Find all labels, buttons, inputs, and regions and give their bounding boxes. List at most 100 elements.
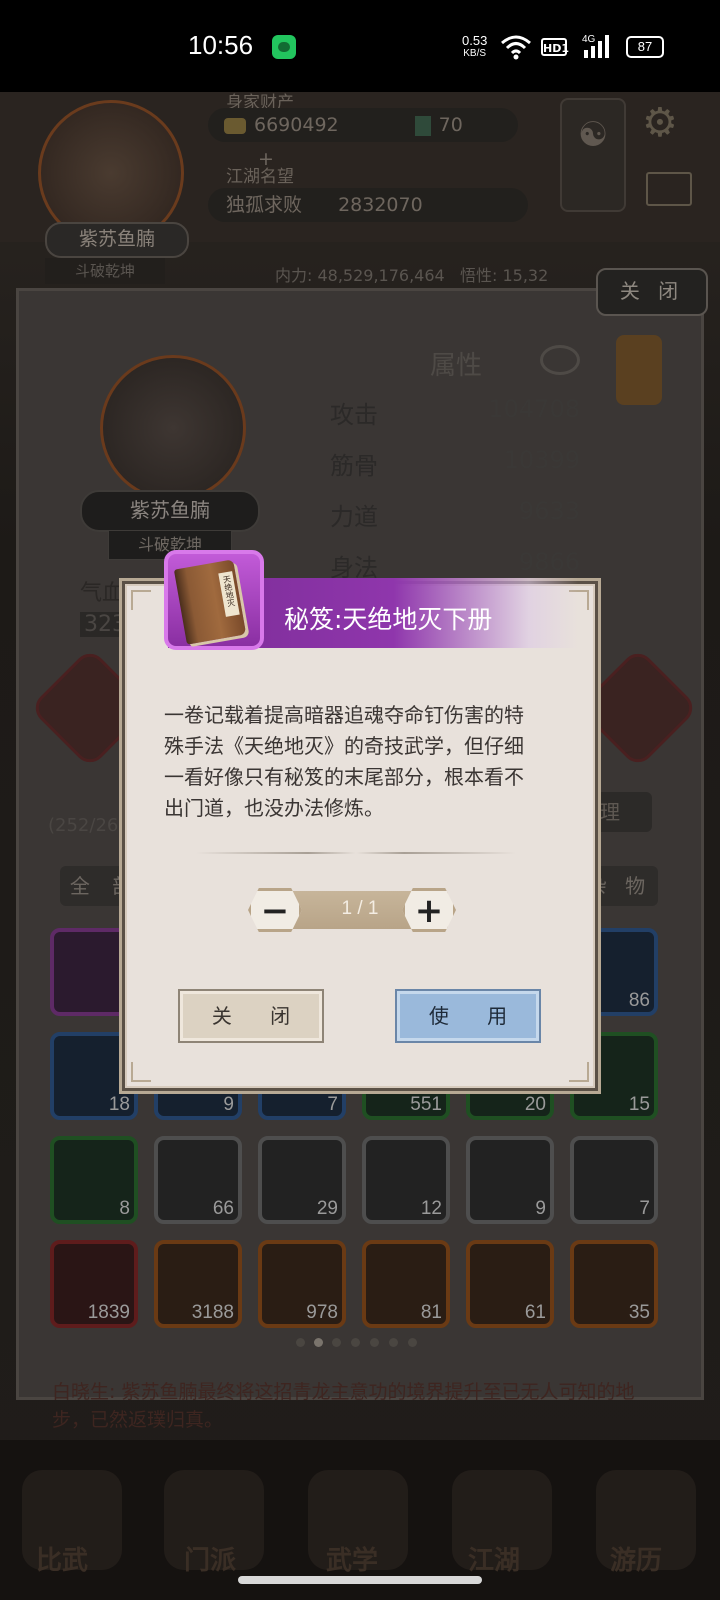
- increase-quantity-button[interactable]: +: [402, 888, 456, 932]
- item-count: 9: [535, 1198, 546, 1219]
- ornamental-divider: [196, 852, 516, 854]
- decrease-quantity-button[interactable]: −: [248, 888, 302, 932]
- character-portrait: [100, 355, 246, 501]
- bag-capacity: (252/264: [48, 815, 130, 836]
- jade-amount: 70: [438, 114, 463, 136]
- home-indicator[interactable]: [238, 1576, 482, 1584]
- item-count: 35: [628, 1302, 650, 1323]
- gear-icon[interactable]: ⚙: [642, 100, 678, 146]
- page-dot[interactable]: [389, 1338, 398, 1347]
- nav-label: 武学: [326, 1546, 379, 1576]
- attr-label: 筋骨: [330, 452, 378, 480]
- use-item-button[interactable]: 使 用: [395, 989, 541, 1043]
- inventory-slot[interactable]: 9: [466, 1136, 554, 1224]
- inventory-slot[interactable]: 8: [50, 1136, 138, 1224]
- item-count: 7: [327, 1094, 338, 1115]
- attr-value: 9633: [518, 497, 580, 525]
- attr-value: 10399: [503, 446, 580, 474]
- item-count: 29: [316, 1198, 338, 1219]
- story-log: 白晓生: 紫苏鱼腩最终将这招青龙主意功的境界提升至已无人可知的地步，已然返璞归真…: [52, 1381, 635, 1431]
- chat-notification-icon: [272, 35, 296, 59]
- corner-ornament: [131, 1062, 151, 1082]
- power-stats: 内力: 48,529,176,464 悟性: 15,32: [275, 262, 548, 286]
- character-name: 紫苏鱼腩: [80, 490, 260, 532]
- corner-ornament: [569, 1062, 589, 1082]
- network-speed: 0.53 KB/S: [462, 34, 487, 60]
- power-stat: 内力: 48,529,176,464: [275, 266, 445, 285]
- lantern-icon[interactable]: [616, 335, 662, 405]
- fame-bar: 独孤求败 2832070: [208, 188, 528, 222]
- attr-value: 104708: [488, 395, 580, 423]
- attr-row: 力道 9633: [330, 497, 580, 537]
- inventory-slot[interactable]: 66: [154, 1136, 242, 1224]
- nav-label: 门派: [184, 1546, 237, 1576]
- attr-value: 9866: [518, 548, 580, 576]
- page-dot[interactable]: [370, 1338, 379, 1347]
- panel-close-button[interactable]: 关 闭: [596, 268, 708, 316]
- inventory-slot[interactable]: 61: [466, 1240, 554, 1328]
- page-dot[interactable]: [296, 1338, 305, 1347]
- page-dot[interactable]: [408, 1338, 417, 1347]
- item-count: 61: [524, 1302, 546, 1323]
- dialog-close-button[interactable]: 关 闭: [178, 989, 324, 1043]
- item-count: 3188: [191, 1302, 234, 1323]
- item-description: 一卷记载着提高暗器追魂夺命钉伤害的特殊手法《天绝地灭》的奇技武学，但仔细一看好像…: [164, 703, 524, 820]
- inventory-slot[interactable]: 29: [258, 1136, 346, 1224]
- nav-label: 游历: [610, 1546, 663, 1576]
- inventory-slot[interactable]: 81: [362, 1240, 450, 1328]
- inventory-slot[interactable]: 35: [570, 1240, 658, 1328]
- page-dot-active[interactable]: [314, 1338, 323, 1347]
- attributes-title: 属性: [430, 351, 483, 381]
- hp-label: 气血: [80, 581, 125, 606]
- inventory-slot[interactable]: 978: [258, 1240, 346, 1328]
- attr-label: 攻击: [330, 401, 378, 429]
- item-count: 1839: [87, 1302, 130, 1323]
- page-dot[interactable]: [351, 1338, 360, 1347]
- minus-icon: −: [260, 891, 290, 931]
- plus-icon: +: [414, 891, 444, 931]
- eye-icon[interactable]: [540, 345, 580, 375]
- page-dot[interactable]: [332, 1338, 341, 1347]
- inventory-slot[interactable]: 3188: [154, 1240, 242, 1328]
- attr-label: 力道: [330, 503, 378, 531]
- fame-title: 独孤求败: [226, 194, 303, 216]
- item-count: 9: [223, 1094, 234, 1115]
- net-speed-unit: KB/S: [463, 48, 487, 59]
- nav-label: 比武: [36, 1546, 89, 1576]
- item-count: 66: [212, 1198, 234, 1219]
- inventory-slot[interactable]: 7: [570, 1136, 658, 1224]
- item-count: 978: [306, 1302, 338, 1323]
- item-count: 551: [410, 1094, 442, 1115]
- player-sect: 斗破乾坤: [45, 258, 165, 284]
- item-count: 20: [524, 1094, 546, 1115]
- battery-indicator: 87: [626, 36, 664, 58]
- item-count: 15: [628, 1094, 650, 1115]
- yin-yang-icon[interactable]: ☯: [560, 98, 626, 212]
- item-count: 8: [119, 1198, 130, 1219]
- inventory-slot[interactable]: 1839: [50, 1240, 138, 1328]
- attr-row: 筋骨 10399: [330, 446, 580, 486]
- quantity-value: 1 / 1: [341, 898, 379, 919]
- net-speed-value: 0.53: [462, 33, 488, 48]
- fame-value: 2832070: [338, 194, 423, 216]
- item-count: 81: [420, 1302, 442, 1323]
- item-count: 12: [420, 1198, 442, 1219]
- fame-label: 江湖名望: [226, 167, 294, 187]
- jade-icon: [414, 115, 431, 136]
- network-type: 4G: [582, 34, 596, 45]
- mail-icon[interactable]: [646, 172, 692, 206]
- status-bar: 10:56 0.53 KB/S HD1 4G 87: [0, 0, 720, 92]
- item-count: 18: [108, 1094, 130, 1115]
- hp-value: 323: [80, 612, 130, 637]
- currency-bar: 6690492 70 +: [208, 108, 518, 170]
- item-count: 86: [628, 990, 650, 1011]
- clock: 10:56: [188, 30, 254, 60]
- player-name: 紫苏鱼腩: [45, 222, 189, 258]
- attr-row: 攻击 104708: [330, 395, 580, 435]
- corner-ornament: [131, 590, 151, 610]
- gold-amount: 6690492: [254, 114, 339, 136]
- inventory-slot[interactable]: 12: [362, 1136, 450, 1224]
- hd-call-icon: HD1: [541, 38, 569, 56]
- nav-label: 江湖: [468, 1546, 521, 1576]
- wifi-icon: [501, 35, 531, 60]
